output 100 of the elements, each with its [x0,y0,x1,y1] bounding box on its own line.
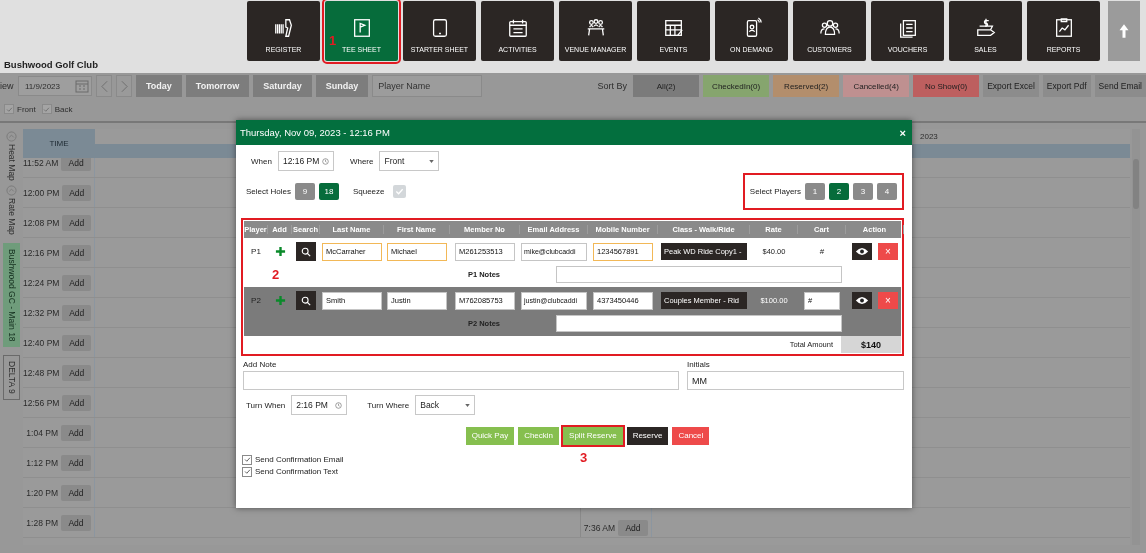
field-label: Initials [687,360,711,369]
filter-button[interactable]: No Show(0) [913,75,980,97]
tee-time: 12:56 PM [23,397,60,408]
field-label: Turn When [246,400,286,410]
view-button[interactable] [852,243,872,260]
player-search-field[interactable]: Player Name [372,75,483,97]
view-button[interactable] [852,292,872,309]
add-button[interactable]: Add [62,274,91,291]
total-amount: $140 [841,336,901,353]
scroll-up-button[interactable] [1108,1,1140,61]
day-button[interactable]: Tomorrow [185,75,250,97]
export-button[interactable]: Send Email [1094,75,1146,97]
cart-number: # [818,247,826,256]
search-icon [301,246,311,257]
export-button[interactable]: Export Excel [983,75,1039,97]
players-option[interactable]: 1 [805,183,825,200]
select-field[interactable]: Back [415,395,476,415]
field-label: Add Note [243,360,278,369]
tee-time: 1:20 PM [26,487,58,498]
export-button[interactable]: Export Pdf [1042,75,1091,97]
notes-field[interactable] [556,265,842,283]
add-button[interactable]: Add [61,484,91,501]
tee-time: 12:16 PM [23,247,60,258]
filter-button[interactable]: Cancelled(4) [843,75,910,97]
side-tab[interactable]: Heat Map [6,144,17,181]
tee-time: 12:00 PM [23,187,60,198]
players-option[interactable]: 4 [877,183,897,200]
add-button[interactable]: Add [61,424,91,441]
course-tab[interactable]: Bushwood GC - Main 18 [3,242,20,348]
nav-icon [974,17,997,39]
tee-time: 7:36 AM [583,522,615,533]
course-tab[interactable]: DELTA 9 [3,355,20,401]
annotation-number: 3 [580,451,588,464]
eye-icon [855,247,869,256]
add-button[interactable]: Add [62,394,91,411]
annotation-number: 2 [272,268,280,281]
select-field[interactable]: Front [379,151,440,171]
add-icon[interactable] [274,246,286,257]
remove-button[interactable]: × [878,292,898,309]
checkbox[interactable] [242,454,252,465]
previous-button[interactable] [96,75,112,97]
player-number: P1 [250,247,262,256]
time-field[interactable]: 12:16 PM [277,151,334,171]
column-header: TIME [23,129,95,158]
note-field[interactable] [243,371,679,390]
chevron-left-icon [100,79,108,93]
day-button[interactable]: Saturday [253,75,312,97]
add-button[interactable]: Add [62,244,91,261]
view-label: iew [0,81,14,91]
date-header: 2023 [920,132,938,141]
holes-option[interactable]: 9 [294,183,315,200]
calendar-icon [75,79,89,93]
tee-time: 12:48 PM [23,367,60,378]
tee-time: 1:04 PM [26,427,58,438]
checkbox[interactable] [242,466,252,477]
action-button[interactable]: Cancel [672,426,710,445]
day-button[interactable]: Today [136,75,182,97]
filter-button[interactable]: All(2) [633,75,700,97]
day-button[interactable]: Sunday [315,75,369,97]
tee-time: 11:52 AM [23,158,59,168]
checkbox-label: Send Confirmation Text [255,467,338,476]
notes-field[interactable] [556,314,842,332]
nav-icon [506,17,529,39]
tee-time: 12:08 PM [23,217,60,228]
add-button[interactable]: Add [618,519,648,536]
checkbox[interactable] [41,104,52,114]
add-button[interactable]: Add [62,364,91,381]
add-button[interactable]: Add [61,514,91,531]
tee-time: 1:28 PM [26,517,58,528]
time-field[interactable]: 2:16 PM [291,395,348,415]
add-button[interactable]: Add [61,454,91,471]
caret-icon [465,403,471,407]
search-icon [301,295,311,306]
tee-time: 1:12 PM [26,457,58,468]
add-button[interactable]: Add [62,304,91,321]
holes-option[interactable]: 18 [318,183,339,200]
initials-field[interactable]: MM [687,371,904,390]
field-label: Turn Where [367,400,410,410]
search-button[interactable] [296,291,316,310]
filter-button[interactable]: CheckedIn(0) [703,75,770,97]
add-button[interactable]: Add [62,184,91,201]
add-button[interactable]: Add [62,214,91,231]
up-arrow-icon [1118,23,1130,39]
checkbox[interactable] [4,104,14,114]
field-label: When [251,156,272,166]
action-button[interactable]: Reserve [626,426,669,445]
field-label: Where [349,156,374,166]
date-field[interactable]: 11/9/2023 [18,76,92,96]
remove-button[interactable]: × [878,243,898,260]
players-option[interactable]: 3 [853,183,873,200]
filter-button[interactable]: Reserved(2) [773,75,840,97]
add-button[interactable]: Add [62,334,91,351]
side-tab[interactable]: Rate Map [6,197,17,235]
search-button[interactable] [296,242,316,261]
close-button[interactable]: × [899,126,906,139]
next-button[interactable] [116,75,132,97]
checkbox[interactable] [392,185,406,198]
players-option[interactable]: 2 [829,183,849,200]
add-button[interactable]: Add [61,158,91,171]
nav-icon [662,17,685,39]
